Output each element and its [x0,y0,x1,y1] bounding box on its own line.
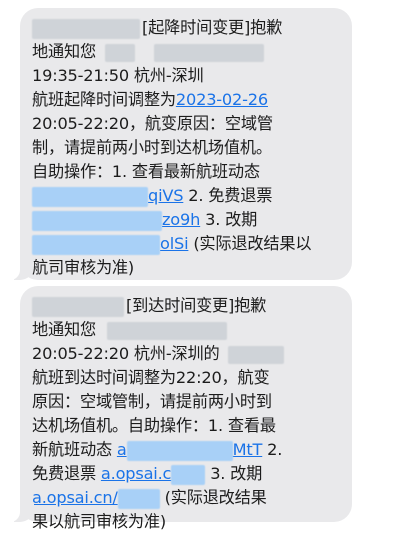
message-note: 果以航司审核为准) [32,512,167,531]
refund-label: 免费退票 [32,464,96,483]
flight-status-link[interactable]: a [117,440,127,459]
refund-step-label: 2. [262,440,283,459]
message-line: 航班到达时间调整为22:20，航变 [32,368,270,387]
message-header: [起降时间变更]抱歉 [142,18,283,37]
redacted-text [104,43,135,62]
reschedule-step-label: 3. 改期 [200,210,258,229]
redacted-text [106,321,227,340]
refund-step-label: 2. 免费退票 [183,186,273,205]
message-bubble-arrival-change: [到达时间变更]抱歉 地通知您 20:05-22:20 杭州-深圳的 航班到达时… [6,286,352,531]
redacted-text [153,43,264,62]
message-line: 19:35-21:50 杭州-深圳 [32,66,204,85]
flight-status-link-tail[interactable]: MtT [233,440,263,459]
message-header: [到达时间变更]抱歉 [126,296,267,315]
flight-status-link[interactable]: qiVS [148,186,184,205]
redacted-link [117,488,160,509]
redacted-link [32,210,162,231]
refund-link[interactable]: zo9h [162,210,200,229]
redacted-link [126,440,233,461]
message-line: 20:05-22:20 杭州-深圳的 [32,344,220,363]
message-line: 航班起降时间调整为 [32,90,176,109]
refund-link[interactable]: a.opsai.c [101,464,172,483]
message-line: 地通知您 [32,42,96,61]
message-note: 航司审核为准) [32,258,135,277]
redacted-link [32,234,160,255]
redacted-link [171,464,206,485]
message-line: 20:05-22:20，航变原因：空域管 [32,114,273,133]
message-line: 自助操作：1. 查看最新航班动态 [32,162,260,181]
redacted-text [228,345,285,364]
date-link[interactable]: 2023-02-26 [176,90,268,109]
redacted-text [32,296,124,317]
message-line: 制，请提前两小时到达机场值机。 [32,138,272,157]
reschedule-step-label: 3. 改期 [205,464,263,483]
message-note: (实际退改结果以 [188,234,312,253]
redacted-text [32,18,140,39]
reschedule-link[interactable]: olSi [160,234,189,253]
message-note: (实际退改结果 [159,488,267,507]
reschedule-link[interactable]: a.opsai.cn/ [32,488,118,507]
message-bubble-departure-change: [起降时间变更]抱歉 地通知您 19:35-21:50 杭州-深圳 航班起降时间… [6,8,352,280]
message-line: 新航班动态 [32,440,112,459]
message-line: 达机场值机。自助操作：1. 查看最 [32,416,276,435]
message-line: 原因：空域管制，请提前两小时到 [32,392,272,411]
message-line: 地通知您 [32,320,96,339]
redacted-link [32,186,148,207]
